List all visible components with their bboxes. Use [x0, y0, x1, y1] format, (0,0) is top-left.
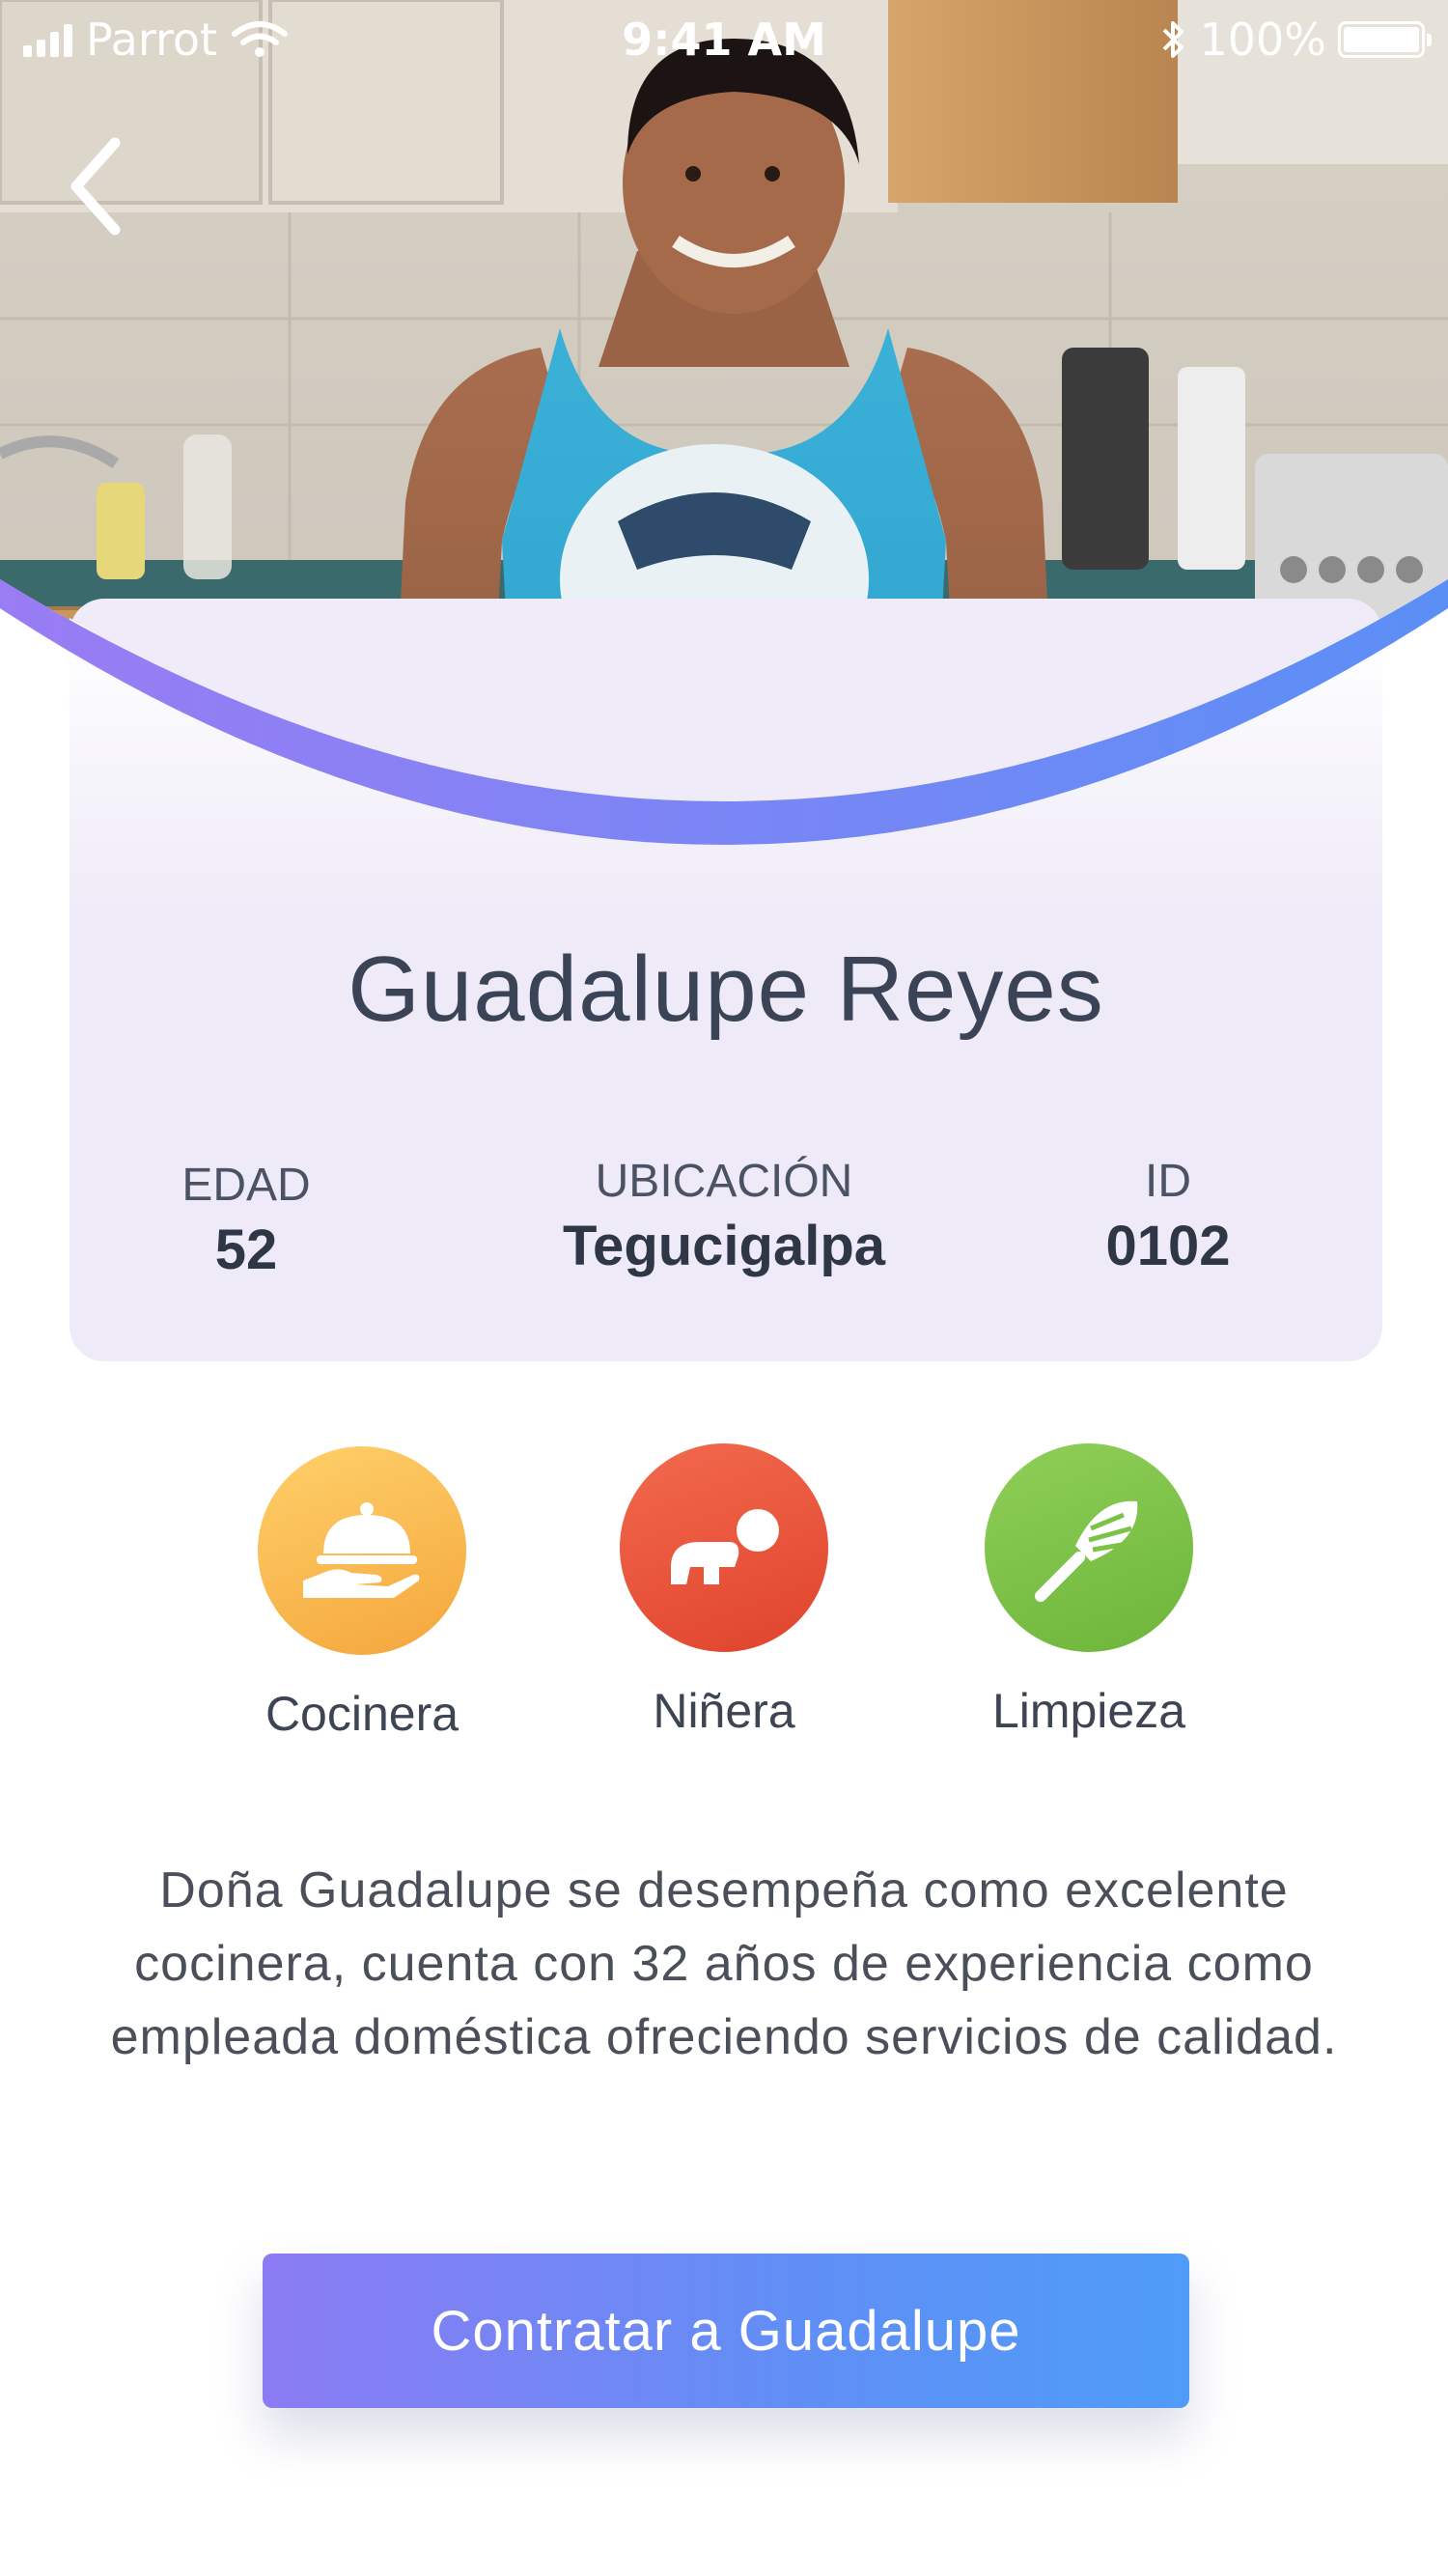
- battery-percentage: 100%: [1199, 14, 1326, 66]
- stat-age: EDAD 52: [43, 1159, 449, 1282]
- skill-limpieza-label: Limpieza: [991, 1684, 1186, 1738]
- skill-ninera-label: Niñera: [653, 1684, 795, 1738]
- stat-id-label: ID: [1145, 1156, 1191, 1207]
- skill-cocinera[interactable]: Cocinera: [208, 1446, 516, 1742]
- stat-age-label: EDAD: [181, 1160, 311, 1211]
- skill-ninera-badge: [620, 1443, 828, 1652]
- back-button[interactable]: [62, 133, 129, 239]
- stat-location: UBICACIÓN Tegucigalpa: [521, 1155, 927, 1278]
- hire-button[interactable]: Contratar a Guadalupe: [263, 2254, 1189, 2408]
- skill-cocinera-badge: [258, 1446, 466, 1655]
- chevron-left-icon: [70, 137, 121, 236]
- stat-id: ID 0102: [965, 1155, 1371, 1278]
- serving-cloche-icon: [303, 1502, 420, 1598]
- header-arc: [0, 579, 1448, 908]
- profile-screen: Parrot 9:41 AM 100% Guadalupe Reyes EDAD…: [0, 0, 1448, 2576]
- skill-ninera[interactable]: Niñera: [570, 1443, 878, 1739]
- crawling-baby-icon: [671, 1509, 779, 1584]
- skill-limpieza[interactable]: Limpieza: [934, 1443, 1243, 1739]
- skill-cocinera-label: Cocinera: [265, 1687, 459, 1741]
- profile-name: Guadalupe Reyes: [348, 938, 1104, 1041]
- battery-icon: [1338, 21, 1432, 58]
- stat-age-value: 52: [214, 1218, 278, 1281]
- feather-duster-icon: [1035, 1500, 1138, 1602]
- stat-location-value: Tegucigalpa: [562, 1215, 886, 1277]
- bluetooth-icon: [1163, 21, 1184, 58]
- stat-id-value: 0102: [1105, 1215, 1231, 1277]
- skill-limpieza-badge: [985, 1443, 1193, 1652]
- profile-description: Doña Guadalupe se desempeña como excelen…: [110, 1862, 1338, 2065]
- battery-level: [1344, 27, 1419, 52]
- status-bar-right: 100%: [1158, 14, 1432, 66]
- stat-location-label: UBICACIÓN: [595, 1156, 853, 1207]
- status-bar: Parrot 9:41 AM 100%: [0, 0, 1448, 77]
